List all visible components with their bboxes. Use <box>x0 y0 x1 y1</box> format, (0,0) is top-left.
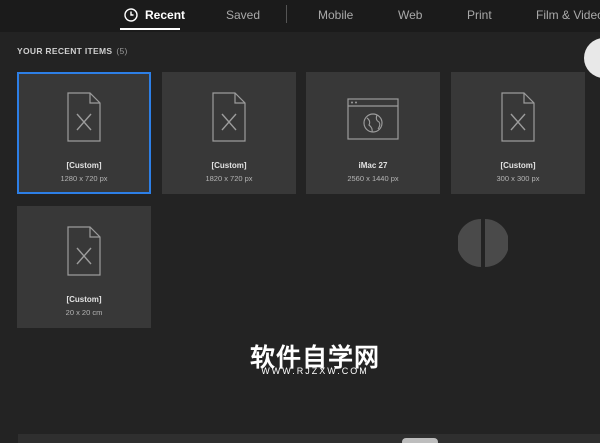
tab-web[interactable]: Web <box>398 0 422 30</box>
scroll-handle[interactable] <box>584 38 600 78</box>
preset-name: [Custom] <box>211 161 247 170</box>
tab-label: Web <box>398 8 423 22</box>
tab-label: Recent <box>145 8 186 22</box>
tab-label: Mobile <box>318 8 354 22</box>
preset-card-custom-1280x720[interactable]: [Custom] 1280 x 720 px <box>17 72 151 194</box>
bottom-scroll-thumb[interactable] <box>402 438 438 443</box>
document-icon <box>67 92 101 142</box>
tab-divider <box>286 5 287 23</box>
preset-size: 1820 x 720 px <box>205 174 253 183</box>
recent-items-heading: YOUR RECENT ITEMS (5) <box>17 46 128 56</box>
preset-size: 2560 x 1440 px <box>347 174 399 183</box>
tab-label: Saved <box>226 8 261 22</box>
tab-saved[interactable]: Saved <box>226 0 260 30</box>
bottom-panel <box>18 434 600 443</box>
tab-label: Film & Video <box>536 8 600 22</box>
preset-card-imac-27[interactable]: iMac 27 2560 x 1440 px <box>306 72 440 194</box>
tab-film-video[interactable]: Film & Video <box>536 0 600 30</box>
tab-label: Print <box>467 8 492 22</box>
preset-name: iMac 27 <box>358 161 388 170</box>
recent-items-count: (5) <box>116 46 128 56</box>
preset-tab-bar: Recent Saved Mobile Web Print Film & Vid… <box>0 0 600 32</box>
section-title-text: YOUR RECENT ITEMS <box>17 46 113 56</box>
document-icon <box>67 226 101 276</box>
preset-name: [Custom] <box>66 161 102 170</box>
preset-card-custom-20x20cm[interactable]: [Custom] 20 x 20 cm <box>17 206 151 328</box>
tab-recent[interactable]: Recent <box>124 0 185 30</box>
tab-print[interactable]: Print <box>467 0 492 30</box>
tab-mobile[interactable]: Mobile <box>318 0 353 30</box>
document-icon <box>212 92 246 142</box>
preset-name: [Custom] <box>500 161 536 170</box>
clock-icon <box>124 8 138 22</box>
preset-name: [Custom] <box>66 295 102 304</box>
preset-size: 20 x 20 cm <box>65 308 103 317</box>
preset-size: 300 x 300 px <box>496 174 540 183</box>
preset-card-custom-1820x720[interactable]: [Custom] 1820 x 720 px <box>162 72 296 194</box>
preset-size: 1280 x 720 px <box>60 174 108 183</box>
web-browser-icon <box>347 98 399 140</box>
preset-card-custom-300x300[interactable]: [Custom] 300 x 300 px <box>451 72 585 194</box>
document-icon <box>501 92 535 142</box>
loading-spinner-icon <box>458 219 508 267</box>
watermark-url: WWW.RJZXW.COM <box>261 366 369 376</box>
new-document-dialog: Recent Saved Mobile Web Print Film & Vid… <box>0 0 600 443</box>
active-tab-indicator <box>120 28 180 30</box>
